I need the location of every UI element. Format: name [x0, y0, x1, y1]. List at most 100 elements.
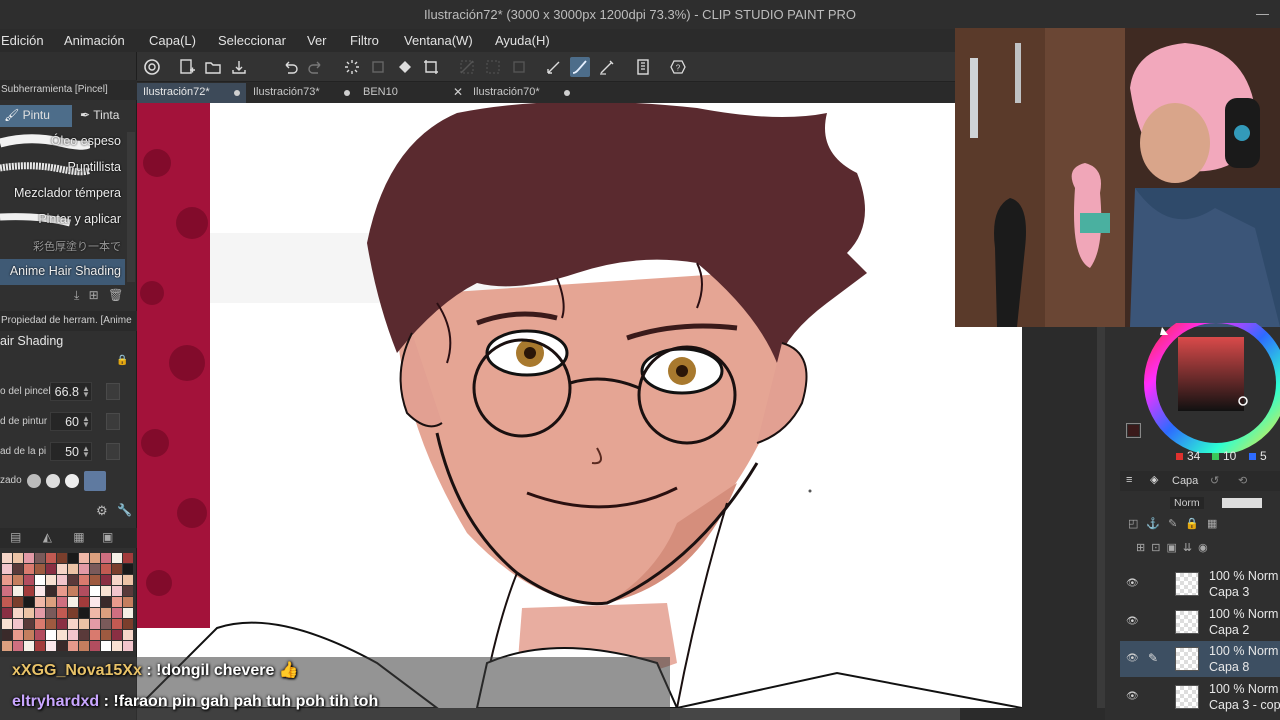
deselect-icon[interactable] — [509, 57, 529, 77]
layer-row[interactable]: 👁 100 % Norm Capa 3 — [1120, 566, 1280, 602]
brush-item[interactable]: Óleo espeso — [0, 129, 125, 155]
palette-swatch[interactable] — [112, 641, 122, 651]
undo-icon[interactable] — [280, 57, 300, 77]
crop-icon[interactable] — [421, 57, 441, 77]
selection-icon[interactable] — [457, 57, 477, 77]
layer-row[interactable]: 👁 100 % Norm Capa 2 — [1120, 604, 1280, 640]
eye-icon[interactable]: 👁 — [1126, 691, 1139, 702]
palette-swatch[interactable] — [2, 641, 12, 651]
palette-swatch[interactable] — [90, 608, 100, 618]
brush-tip-icon[interactable] — [46, 474, 60, 488]
palette-expand-icon[interactable]: ▣ — [102, 530, 113, 544]
palette-swatch[interactable] — [24, 630, 34, 640]
spinner-icon[interactable]: ▲ ▼ — [82, 415, 90, 429]
palette-swatch[interactable] — [68, 608, 78, 618]
palette-swatch[interactable] — [46, 608, 56, 618]
pressure-toggle-button[interactable] — [106, 443, 120, 460]
palette-swatch[interactable] — [68, 597, 78, 607]
brush-item[interactable]: Pintar y aplicar — [0, 207, 125, 233]
palette-swatch[interactable] — [35, 597, 45, 607]
save-icon[interactable] — [229, 57, 249, 77]
palette-swatch[interactable] — [46, 553, 56, 563]
palette-swatch[interactable] — [24, 575, 34, 585]
palette-swatch[interactable] — [123, 597, 133, 607]
palette-swatch[interactable] — [2, 619, 12, 629]
palette-swatch[interactable] — [112, 597, 122, 607]
new-file-icon[interactable] — [177, 57, 197, 77]
palette-swatch[interactable] — [68, 641, 78, 651]
palette-swatch[interactable] — [90, 597, 100, 607]
palette-swatch[interactable] — [101, 564, 111, 574]
palette-swatch[interactable] — [79, 597, 89, 607]
palette-swatch[interactable] — [90, 575, 100, 585]
scrollbar[interactable] — [127, 132, 135, 282]
pressure-toggle-button[interactable] — [106, 383, 120, 400]
palette-swatch[interactable] — [101, 619, 111, 629]
palette-swatch[interactable] — [24, 553, 34, 563]
menu-layer[interactable]: Capa(L) — [149, 33, 196, 48]
menu-animation[interactable]: Animación — [64, 33, 125, 48]
menu-help[interactable]: Ayuda(H) — [495, 33, 550, 48]
tab-tinta[interactable]: ✒ Tinta — [76, 105, 137, 127]
minimize-icon[interactable]: — — [1256, 6, 1269, 21]
eye-icon[interactable]: 👁 — [1126, 653, 1139, 664]
palette-swatch[interactable] — [90, 586, 100, 596]
palette-swatch[interactable] — [101, 641, 111, 651]
palette-swatch[interactable] — [101, 553, 111, 563]
palette-swatch[interactable] — [68, 564, 78, 574]
ruler-icon[interactable] — [633, 57, 653, 77]
palette-swatch[interactable] — [112, 575, 122, 585]
palette-swatch[interactable] — [79, 608, 89, 618]
menu-view[interactable]: Ver — [307, 33, 327, 48]
palette-swatch[interactable] — [90, 564, 100, 574]
mask-icon[interactable]: ◉ — [1198, 542, 1214, 554]
eye-icon[interactable]: 👁 — [1126, 578, 1139, 589]
palette-swatch[interactable] — [35, 619, 45, 629]
brush-item[interactable]: Puntillista — [0, 155, 125, 181]
palette-swatch[interactable] — [2, 586, 12, 596]
palette-swatch[interactable] — [46, 564, 56, 574]
palette-swatch[interactable] — [13, 575, 23, 585]
transform-icon[interactable] — [368, 57, 388, 77]
menu-edit[interactable]: Edición — [1, 33, 44, 48]
palette-swatch[interactable] — [112, 608, 122, 618]
loading-icon[interactable] — [342, 57, 362, 77]
wrench-icon[interactable]: 🔧 — [117, 503, 132, 517]
palette-swatch[interactable] — [112, 586, 122, 596]
palette-swatch[interactable] — [79, 553, 89, 563]
palette-swatch[interactable] — [13, 597, 23, 607]
layer-menu-icon[interactable]: ≡ — [1126, 474, 1132, 486]
trash-icon[interactable]: 🗑 — [108, 288, 123, 302]
menu-select[interactable]: Seleccionar — [218, 33, 286, 48]
palette-swatch[interactable] — [2, 575, 12, 585]
redo-icon[interactable] — [306, 57, 326, 77]
close-icon[interactable]: ✕ — [453, 85, 463, 99]
pressure-toggle-button[interactable] — [106, 413, 120, 430]
palette-swatch[interactable] — [46, 586, 56, 596]
palette-swatch[interactable] — [35, 586, 45, 596]
palette-swatch[interactable] — [24, 586, 34, 596]
fill-icon[interactable] — [395, 57, 415, 77]
palette-shape-icon[interactable]: ◭ — [43, 530, 52, 544]
layer-row-selected[interactable]: 👁 ✎ 100 % Norm Capa 8 — [1120, 641, 1280, 677]
history-icon[interactable]: ⟲ — [1238, 474, 1247, 487]
eye-icon[interactable]: 👁 — [1126, 616, 1139, 627]
palette-swatch[interactable] — [46, 619, 56, 629]
palette-swatch[interactable] — [13, 608, 23, 618]
palette-swatch[interactable] — [68, 619, 78, 629]
merge-icon[interactable]: ⇊ — [1183, 542, 1198, 554]
lock-icon[interactable]: 🔒 — [1185, 518, 1207, 530]
palette-swatch[interactable] — [35, 641, 45, 651]
palette-swatch[interactable] — [90, 553, 100, 563]
palette-swatch[interactable] — [79, 641, 89, 651]
reference-layer-icon[interactable]: ⚓ — [1146, 518, 1168, 530]
palette-swatch[interactable] — [46, 630, 56, 640]
brush-icon[interactable] — [570, 57, 590, 77]
palette-swatch[interactable] — [79, 586, 89, 596]
help-icon[interactable]: ? — [668, 57, 688, 77]
settings-icon[interactable]: ⚙ — [96, 503, 108, 519]
brush-item[interactable]: Mezclador témpera — [0, 181, 125, 207]
palette-swatch[interactable] — [57, 586, 67, 596]
menu-window[interactable]: Ventana(W) — [404, 33, 473, 48]
palette-swatch[interactable] — [57, 630, 67, 640]
